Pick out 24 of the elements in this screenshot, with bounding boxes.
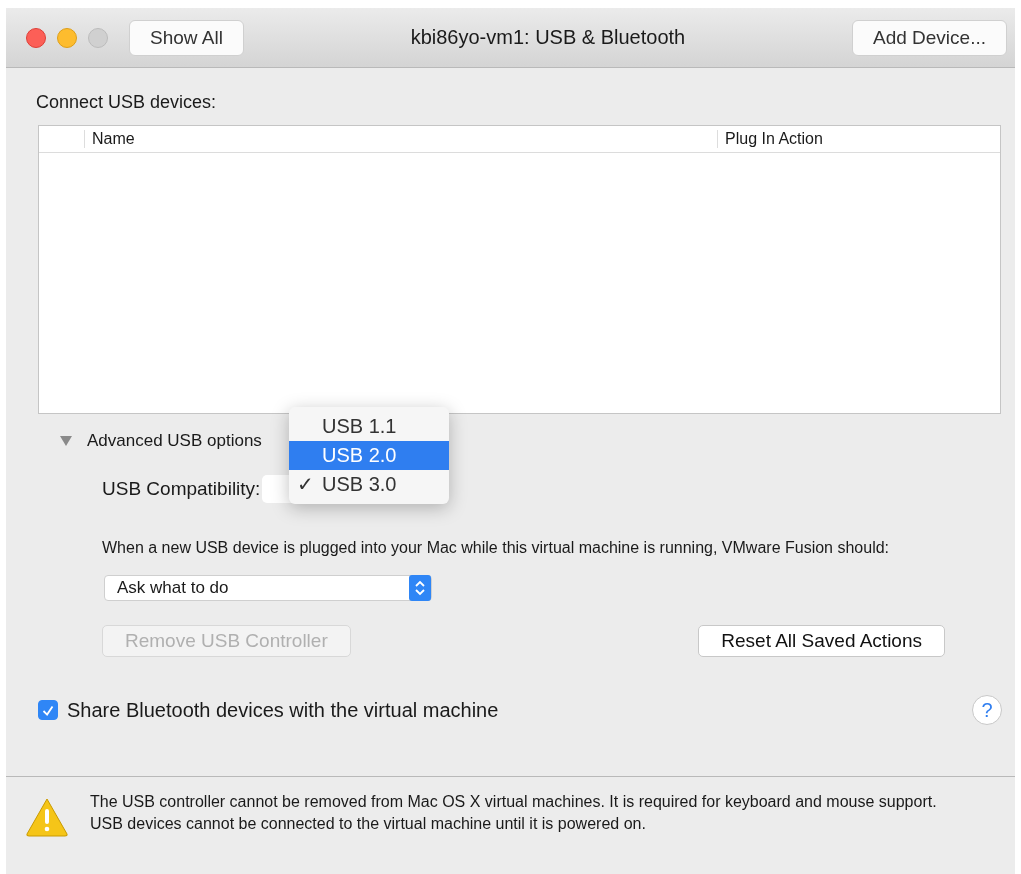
compatibility-label: USB Compatibility: [102, 478, 261, 500]
checkbox[interactable] [38, 700, 58, 720]
help-button[interactable]: ? [972, 695, 1002, 725]
description-text: When a new USB device is plugged into your Mac while this virtual machine is running, VMware Fusion should: [102, 538, 891, 558]
disclosure-label: Advanced USB options [87, 431, 262, 451]
checkbox-label: Share Bluetooth devices with the virtual machine [67, 698, 500, 722]
disclosure-triangle-icon[interactable] [60, 436, 72, 446]
push-button[interactable]: Reset All Saved Actions [698, 625, 945, 657]
warning-icon [25, 797, 69, 837]
show-all-button[interactable]: Show All [129, 19, 244, 56]
plug-in-action-select[interactable]: Ask what to do [104, 575, 432, 601]
stepper-icon [409, 575, 431, 601]
column-header[interactable]: Name [84, 130, 717, 148]
warning-text: The USB controller cannot be removed from Mac OS X virtual machines. It is required for keyboard and mouse support. [90, 792, 938, 812]
section-label: Connect USB devices: [36, 92, 218, 113]
warning-text: USB devices cannot be connected to the virtual machine until it is powered on. [90, 814, 647, 834]
minimize-button[interactable] [57, 27, 77, 48]
close-button[interactable] [26, 27, 46, 48]
column-header[interactable]: Plug In Action [717, 130, 823, 148]
menu-item[interactable]: USB 2.0 [289, 441, 449, 470]
menu-item[interactable]: USB 1.1 [289, 412, 449, 441]
add-device-button[interactable]: Add Device... [852, 19, 1007, 56]
menu-item[interactable]: ✓ USB 3.0 [289, 470, 449, 499]
window-title: kbi86yo-vm1: USB & Bluetooth [409, 26, 687, 49]
